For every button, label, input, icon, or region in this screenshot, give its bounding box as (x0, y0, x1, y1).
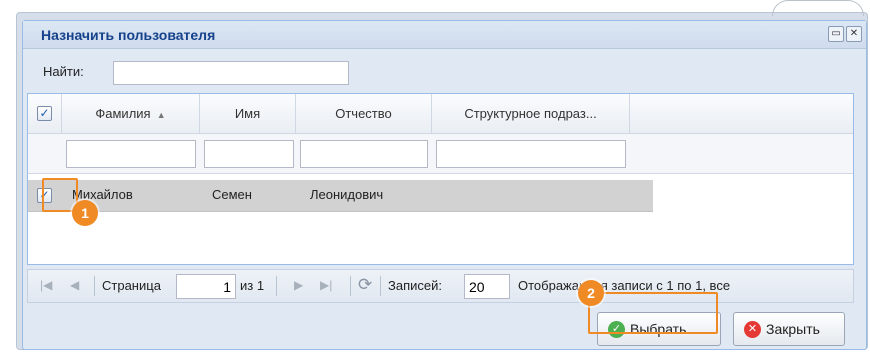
maximize-icon[interactable]: ▭ (828, 26, 844, 42)
sort-ascending-icon: ▲ (154, 110, 166, 120)
cell-middlename: Леонидович (310, 187, 384, 202)
first-page-icon[interactable]: |◀ (40, 278, 52, 292)
cell-firstname: Семен (212, 187, 252, 202)
column-header-department[interactable]: Структурное подраз... (432, 94, 630, 134)
prev-page-icon[interactable]: ◀ (70, 278, 79, 292)
grid-header: ✓ Фамилия ▲ Имя Отчество Структурное под… (28, 94, 853, 134)
column-header-middlename[interactable]: Отчество (296, 94, 432, 134)
toolbar-separator (380, 276, 381, 296)
filter-row (28, 134, 853, 174)
records-per-page-input[interactable] (464, 274, 510, 299)
filter-department-input[interactable] (436, 140, 626, 168)
cancel-icon: ✕ (744, 321, 761, 338)
toolbar-separator (94, 276, 95, 296)
refresh-icon[interactable]: ⟳ (358, 275, 372, 295)
column-header-label: Имя (234, 106, 261, 121)
column-header-label: Фамилия (95, 106, 151, 121)
annotation-badge-1: 1 (72, 200, 98, 226)
close-button-label: Закрыть (766, 321, 820, 337)
column-header-firstname[interactable]: Имя (200, 94, 296, 134)
assign-user-dialog: Назначить пользователя ▭ ✕ Найти: ✓ Фами… (22, 20, 867, 350)
close-icon[interactable]: ✕ (846, 26, 862, 42)
toolbar-separator (350, 276, 351, 296)
search-label: Найти: (43, 64, 84, 79)
filter-lastname-input[interactable] (66, 140, 196, 168)
column-header-label: Отчество (335, 106, 392, 121)
filter-firstname-input[interactable] (204, 140, 294, 168)
next-page-icon[interactable]: ▶ (294, 278, 303, 292)
search-row: Найти: (27, 57, 866, 87)
page-of-label: из 1 (240, 278, 265, 293)
annotation-badge-2: 2 (578, 280, 604, 306)
column-header-lastname[interactable]: Фамилия ▲ (62, 94, 200, 134)
page-label: Страница (102, 278, 161, 293)
last-page-icon[interactable]: ▶| (320, 278, 332, 292)
table-row[interactable]: ✓ Михайлов Семен Леонидович (28, 180, 653, 212)
records-status: Отображаются записи с 1 по 1, все (518, 278, 731, 293)
select-all-checkbox[interactable]: ✓ (37, 106, 52, 121)
background-logo-icon (772, 0, 864, 16)
dialog-title: Назначить пользователя (41, 27, 216, 43)
select-all-cell: ✓ (28, 94, 62, 134)
users-grid: ✓ Фамилия ▲ Имя Отчество Структурное под… (27, 93, 854, 265)
records-label: Записей: (388, 278, 442, 293)
toolbar-separator (276, 276, 277, 296)
dialog-titlebar: Назначить пользователя ▭ ✕ (23, 21, 866, 49)
annotation-highlight-select (588, 292, 718, 334)
filter-middlename-input[interactable] (300, 140, 428, 168)
paging-toolbar: |◀ ◀ Страница из 1 ▶ ▶| ⟳ Записей: Отобр… (27, 269, 854, 303)
column-header-label: Структурное подраз... (464, 106, 597, 121)
close-button[interactable]: ✕ Закрыть (733, 312, 845, 346)
page-number-input[interactable] (176, 274, 236, 299)
search-input[interactable] (113, 61, 349, 85)
